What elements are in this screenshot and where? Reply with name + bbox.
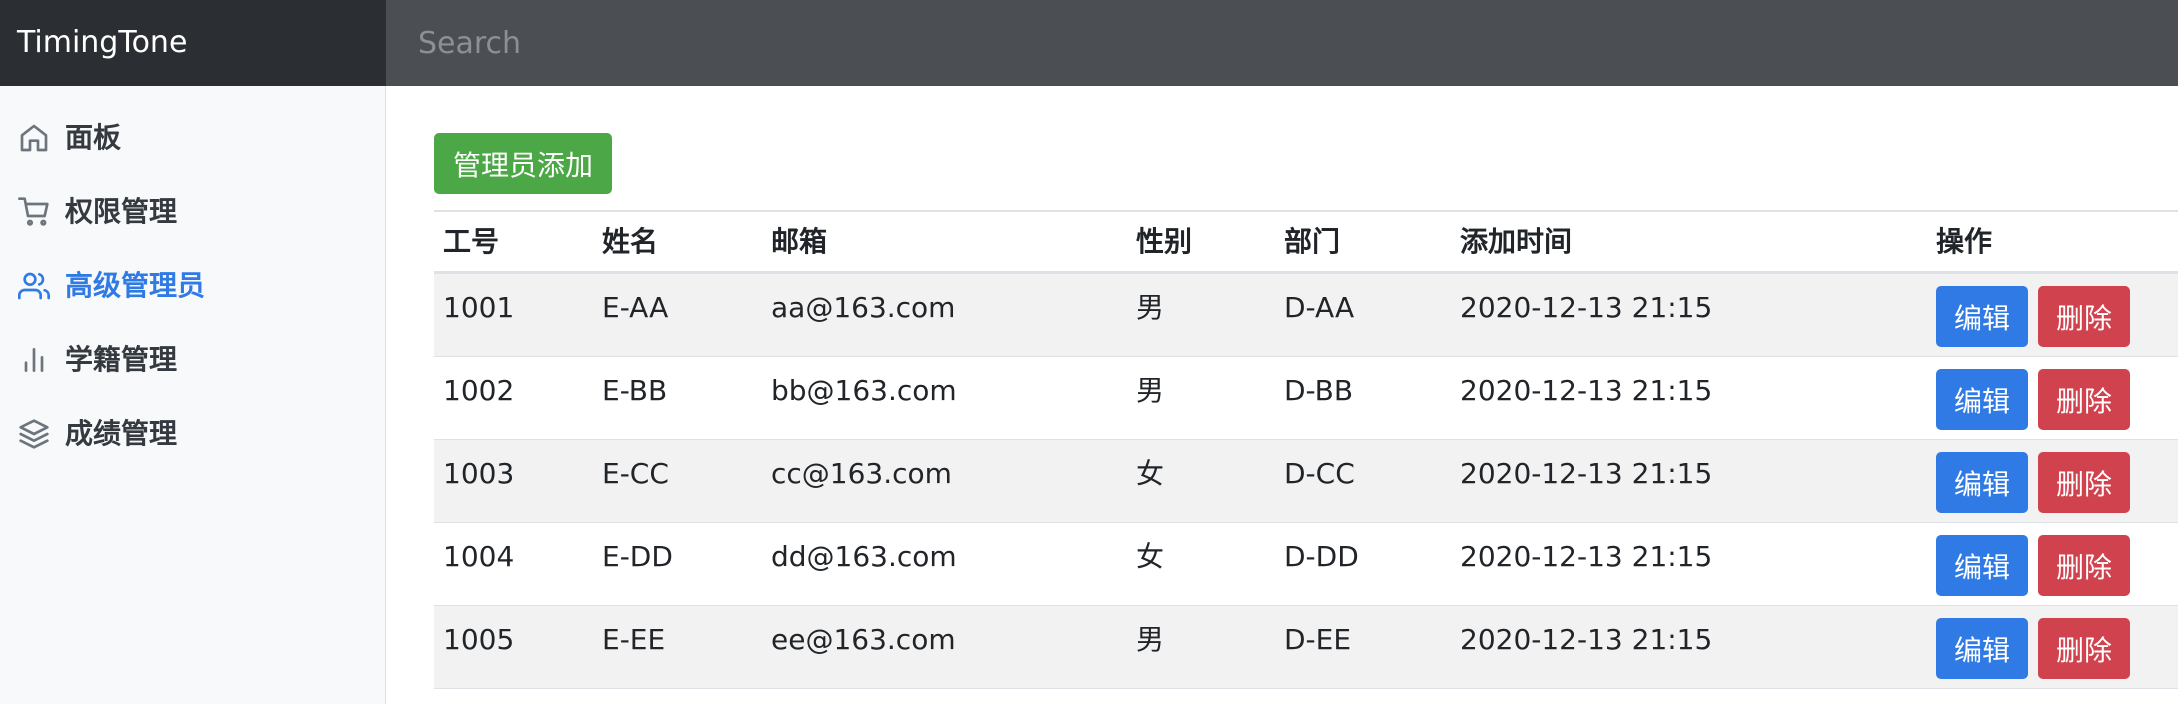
cell-department: D-BB	[1284, 374, 1354, 407]
cell-department: D-EE	[1284, 623, 1352, 656]
delete-button[interactable]: 删除	[2038, 618, 2130, 679]
bar-chart-icon	[18, 344, 50, 376]
cell-email: cc@163.com	[771, 457, 952, 490]
cell-gender: 女	[1136, 540, 1165, 573]
brand-logo[interactable]: TimingTone	[0, 0, 386, 86]
cell-department: D-DD	[1284, 540, 1359, 573]
cell-employee-id: 1004	[443, 540, 515, 573]
cell-added-time: 2020-12-13 21:15	[1460, 374, 1713, 407]
cell-gender: 男	[1136, 291, 1165, 324]
table-header: 工号 姓名 邮箱 性别 部门 添加时间 操作	[434, 210, 2178, 274]
header-actions: 操作	[1936, 225, 1993, 258]
sidebar-item-student-records[interactable]: 学籍管理	[0, 328, 385, 392]
shopping-cart-icon	[18, 196, 50, 228]
header-department: 部门	[1284, 225, 1341, 258]
main-content: 管理员添加 工号 姓名 邮箱 性别 部门 添加时间 操作 1001 E-AA a…	[387, 86, 2178, 704]
cell-email: dd@163.com	[771, 540, 957, 573]
table-row: 1005 E-EE ee@163.com 男 D-EE 2020-12-13 2…	[434, 606, 2178, 689]
sidebar-item-dashboard[interactable]: 面板	[0, 106, 385, 170]
users-icon	[18, 270, 50, 302]
edit-button[interactable]: 编辑	[1936, 369, 2028, 430]
sidebar-item-label: 面板	[65, 121, 122, 154]
header-gender: 性别	[1136, 225, 1193, 258]
edit-button[interactable]: 编辑	[1936, 286, 2028, 347]
sidebar-item-senior-admin[interactable]: 高级管理员	[0, 254, 385, 318]
sidebar-item-label: 高级管理员	[65, 269, 206, 302]
sidebar-item-label: 学籍管理	[65, 343, 178, 376]
cell-gender: 男	[1136, 374, 1165, 407]
cell-department: D-CC	[1284, 457, 1355, 490]
cell-added-time: 2020-12-13 21:15	[1460, 623, 1713, 656]
cell-name: E-AA	[602, 291, 669, 324]
cell-email: aa@163.com	[771, 291, 956, 324]
cell-name: E-DD	[602, 540, 673, 573]
table-row: 1003 E-CC cc@163.com 女 D-CC 2020-12-13 2…	[434, 440, 2178, 523]
sidebar: 面板 权限管理 高级管理员 学籍管理 成绩管理	[0, 86, 386, 704]
edit-button[interactable]: 编辑	[1936, 618, 2028, 679]
cell-department: D-AA	[1284, 291, 1355, 324]
sidebar-item-permissions[interactable]: 权限管理	[0, 180, 385, 244]
table-row: 1001 E-AA aa@163.com 男 D-AA 2020-12-13 2…	[434, 274, 2178, 357]
delete-button[interactable]: 删除	[2038, 535, 2130, 596]
delete-button[interactable]: 删除	[2038, 452, 2130, 513]
cell-employee-id: 1003	[443, 457, 515, 490]
header-added-time: 添加时间	[1460, 225, 1573, 258]
cell-gender: 女	[1136, 457, 1165, 490]
cell-email: bb@163.com	[771, 374, 957, 407]
edit-button[interactable]: 编辑	[1936, 535, 2028, 596]
delete-button[interactable]: 删除	[2038, 286, 2130, 347]
table-row: 1004 E-DD dd@163.com 女 D-DD 2020-12-13 2…	[434, 523, 2178, 606]
cell-gender: 男	[1136, 623, 1165, 656]
sidebar-item-label: 权限管理	[65, 195, 178, 228]
cell-added-time: 2020-12-13 21:15	[1460, 291, 1713, 324]
sidebar-item-grades[interactable]: 成绩管理	[0, 402, 385, 466]
search-input[interactable]	[386, 0, 2178, 86]
layers-icon	[18, 418, 50, 450]
cell-employee-id: 1002	[443, 374, 515, 407]
cell-name: E-EE	[602, 623, 666, 656]
cell-employee-id: 1001	[443, 291, 515, 324]
cell-name: E-BB	[602, 374, 668, 407]
home-icon	[18, 122, 50, 154]
top-navbar: TimingTone	[0, 0, 2178, 86]
header-email: 邮箱	[771, 225, 828, 258]
edit-button[interactable]: 编辑	[1936, 452, 2028, 513]
cell-employee-id: 1005	[443, 623, 515, 656]
header-name: 姓名	[602, 225, 659, 258]
table-row: 1002 E-BB bb@163.com 男 D-BB 2020-12-13 2…	[434, 357, 2178, 440]
sidebar-item-label: 成绩管理	[65, 417, 178, 450]
delete-button[interactable]: 删除	[2038, 369, 2130, 430]
cell-name: E-CC	[602, 457, 669, 490]
cell-added-time: 2020-12-13 21:15	[1460, 457, 1713, 490]
cell-added-time: 2020-12-13 21:15	[1460, 540, 1713, 573]
add-admin-button[interactable]: 管理员添加	[434, 133, 612, 194]
header-employee-id: 工号	[443, 225, 500, 258]
cell-email: ee@163.com	[771, 623, 956, 656]
